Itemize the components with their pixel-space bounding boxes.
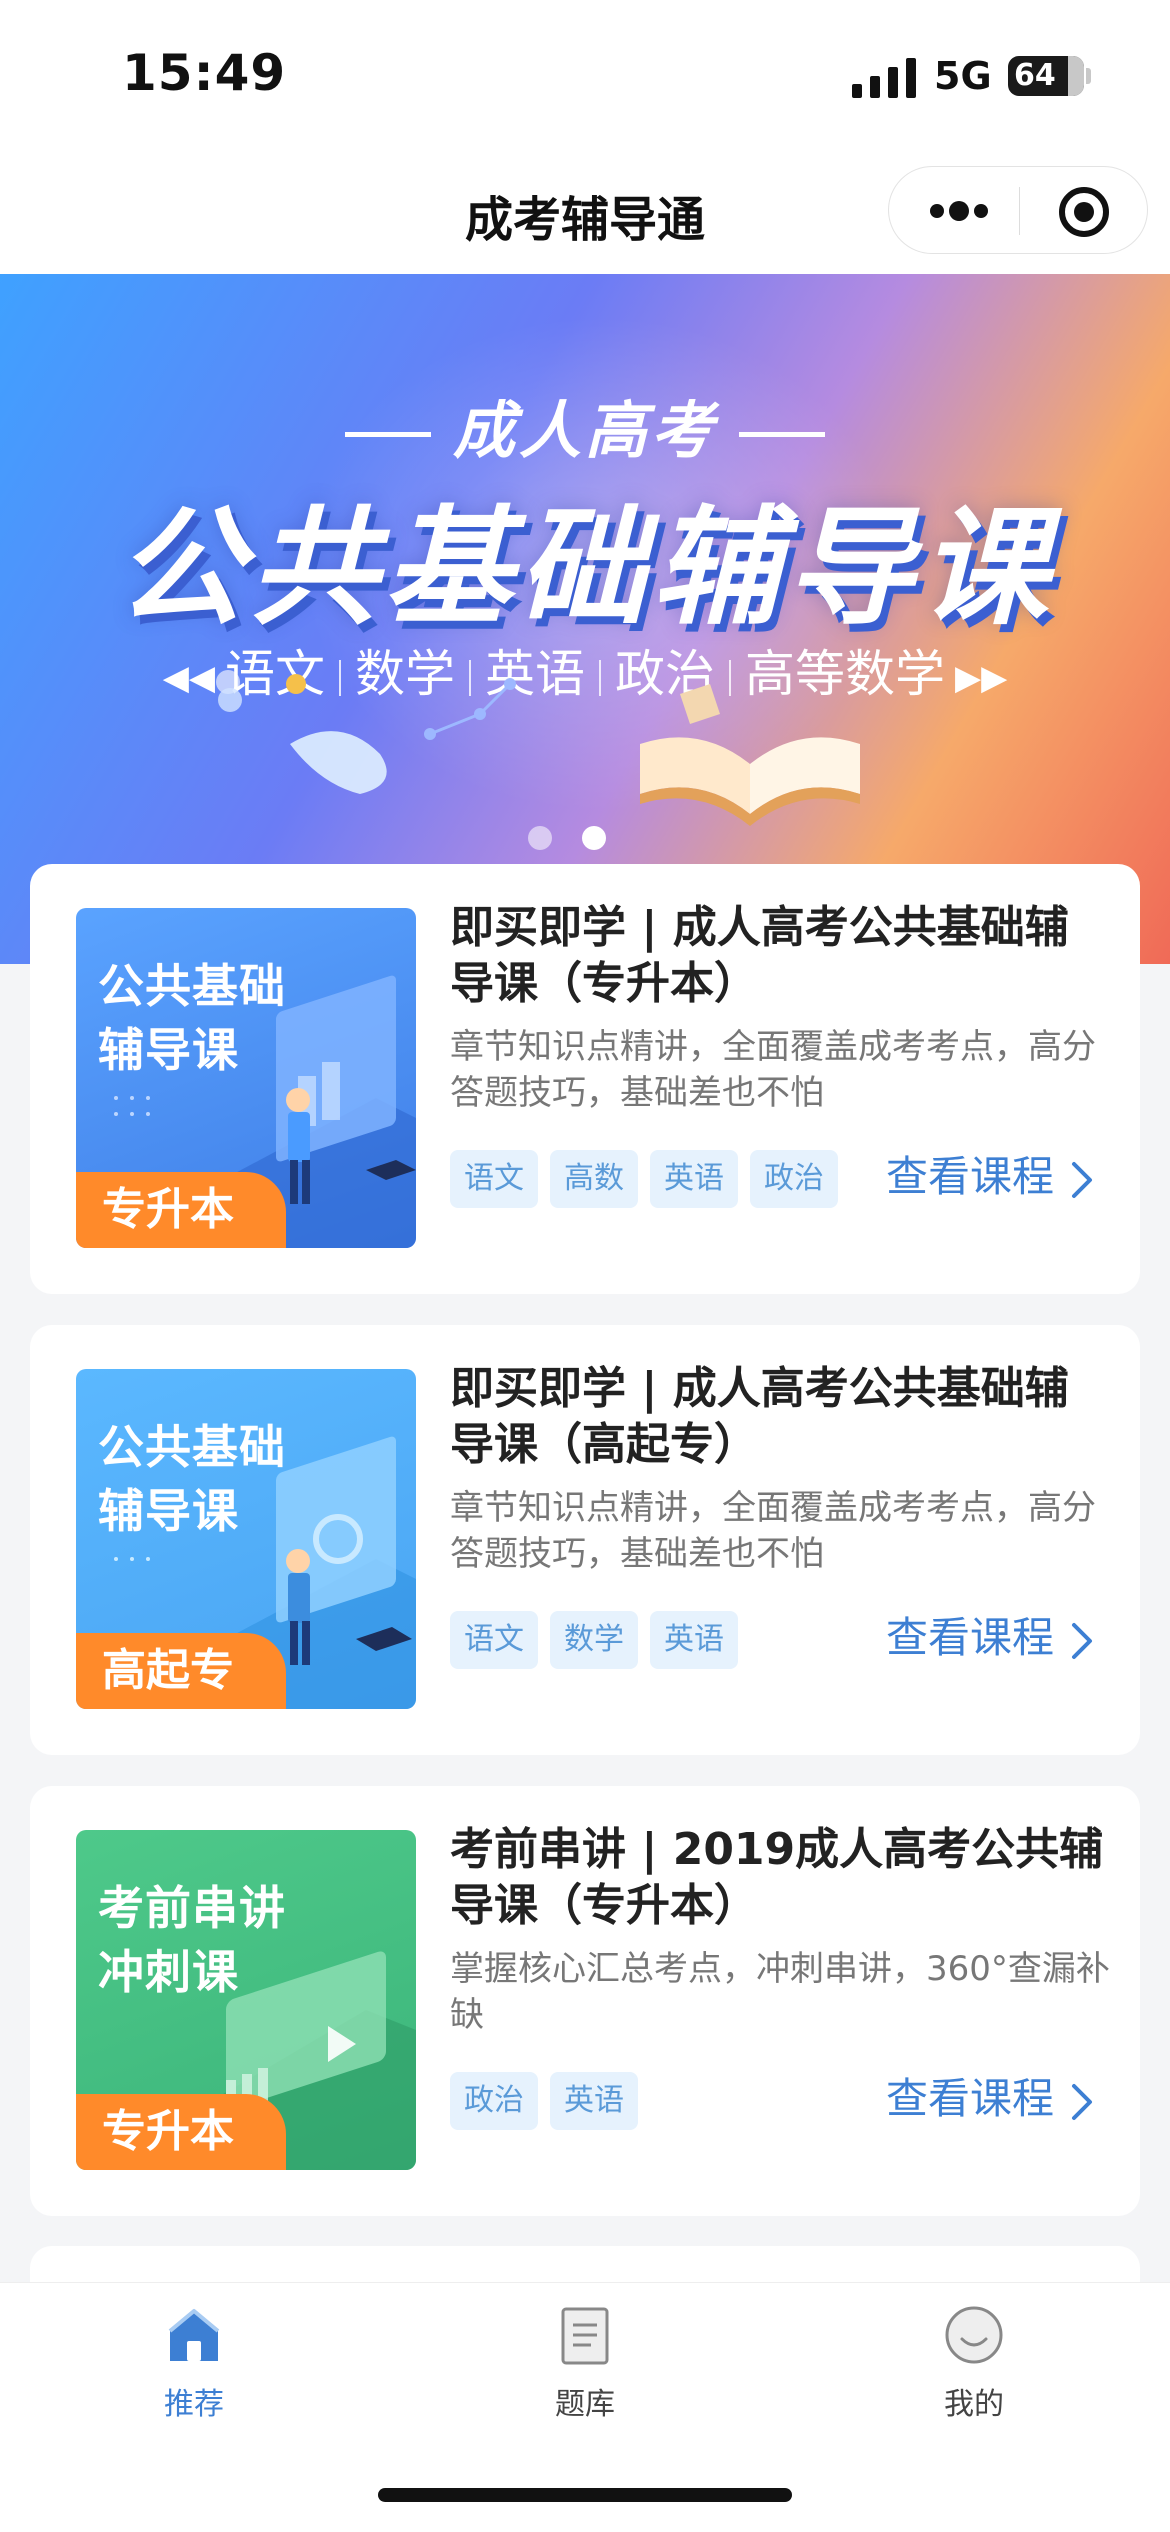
course-description: 掌握核心汇总考点，冲刺串讲，360°查漏补缺	[450, 1949, 1110, 2035]
course-thumbnail[interactable]: 考前串讲 冲刺课 专升本	[76, 1830, 416, 2170]
more-icon[interactable]	[929, 197, 989, 225]
carousel-dot-active[interactable]	[582, 826, 606, 850]
tab-recommend[interactable]: 推荐	[94, 2303, 294, 2443]
mini-program-capsule	[888, 166, 1148, 254]
course-card[interactable]: 考前串讲 冲刺课 专升本 考前串讲 | 2019成人高考公共辅导课（专升本） 掌…	[30, 1786, 1140, 2216]
close-miniprogram-icon[interactable]	[1057, 185, 1111, 239]
course-level-badge: 专升本	[76, 1172, 286, 1248]
chevron-right-icon	[1072, 1622, 1093, 1659]
course-description: 章节知识点精讲，全面覆盖成考考点，高分答题技巧，基础差也不怕	[450, 1027, 1096, 1113]
banner-subtitle: 成人高考	[0, 380, 1170, 470]
tab-question-bank[interactable]: 题库	[485, 2303, 685, 2443]
course-thumbnail-title: 公共基础 辅导课	[98, 1420, 286, 1538]
tab-label: 题库	[555, 2387, 615, 2422]
battery-level: 64	[1014, 58, 1056, 93]
chevron-right-icon	[1072, 2083, 1093, 2120]
subject-tag: 英语	[550, 2072, 638, 2130]
home-indicator[interactable]	[378, 2488, 792, 2502]
subject-tags: 语文 数学 英语	[450, 1611, 750, 1669]
subject-tag: 政治	[750, 1150, 838, 1208]
tab-mine[interactable]: 我的	[874, 2303, 1074, 2443]
tab-label: 推荐	[164, 2387, 224, 2422]
course-thumbnail[interactable]: 公共基础 辅导课 高起专	[76, 1369, 416, 1709]
course-card[interactable]: 公共基础 辅导课 高起专 即买即学 | 成人高考公共基础辅导课（高起专） 章节知…	[30, 1325, 1140, 1755]
subject-tag: 政治	[450, 2072, 538, 2130]
subject-tag: 英语	[650, 1611, 738, 1669]
view-course-link[interactable]: 查看课程	[886, 2064, 1094, 2134]
question-bank-icon	[561, 2307, 609, 2365]
signal-icon	[852, 58, 916, 98]
promo-banner[interactable]: 成人高考 公共基础辅导课 ◀◀ 语文 数学 英语 政治 高等数学 ▶▶	[0, 274, 1170, 964]
course-thumbnail-title: 公共基础 辅导课	[98, 959, 286, 1077]
battery-tip	[1086, 68, 1091, 84]
view-course-link[interactable]: 查看课程	[886, 1603, 1094, 1673]
course-level-badge: 专升本	[76, 2094, 286, 2170]
course-thumbnail-title: 考前串讲 冲刺课	[98, 1881, 286, 1999]
tab-label: 我的	[944, 2387, 1004, 2422]
course-level-badge: 高起专	[76, 1633, 286, 1709]
status-bar: 15:49 5G 64	[0, 0, 1170, 150]
view-course-label: 查看课程	[886, 2074, 1055, 2123]
banner-subtitle-text: 成人高考	[452, 394, 717, 467]
battery-icon: 64	[1008, 56, 1084, 96]
subject-tag: 高数	[550, 1150, 638, 1208]
profile-icon	[945, 2306, 1003, 2364]
view-course-link[interactable]: 查看课程	[886, 1142, 1094, 1212]
capsule-divider	[1019, 187, 1020, 235]
subject-tags: 政治 英语	[450, 2072, 650, 2130]
network-type: 5G	[934, 54, 992, 98]
view-course-label: 查看课程	[886, 1613, 1055, 1662]
chevron-right-icon	[1072, 1161, 1093, 1198]
course-title[interactable]: 考前串讲 | 2019成人高考公共辅导课（专升本）	[450, 1822, 1110, 1934]
banner-title: 公共基础辅导课	[115, 494, 1054, 643]
course-thumbnail[interactable]: 公共基础 辅导课 专升本	[76, 908, 416, 1248]
subject-tag: 英语	[650, 1150, 738, 1208]
view-course-label: 查看课程	[886, 1152, 1055, 1201]
home-icon	[168, 2309, 220, 2361]
course-card[interactable]: 公共基础 辅导课 专升本 即买即学 | 成人高考公共基础辅导课（专升本） 章节知…	[30, 864, 1140, 1294]
course-title[interactable]: 即买即学 | 成人高考公共基础辅导课（高起专）	[450, 1361, 1110, 1473]
subject-tags: 语文 高数 英语 政治	[450, 1150, 850, 1208]
subject-tag: 语文	[450, 1611, 538, 1669]
status-time: 15:49	[122, 44, 287, 102]
course-title[interactable]: 即买即学 | 成人高考公共基础辅导课（专升本）	[450, 900, 1110, 1012]
course-description: 章节知识点精讲，全面覆盖成考考点，高分答题技巧，基础差也不怕	[450, 1488, 1096, 1574]
subject-tag: 语文	[450, 1150, 538, 1208]
carousel-dot[interactable]	[528, 826, 552, 850]
subject-tag: 数学	[550, 1611, 638, 1669]
nav-bar: 成考辅导通	[0, 150, 1170, 274]
